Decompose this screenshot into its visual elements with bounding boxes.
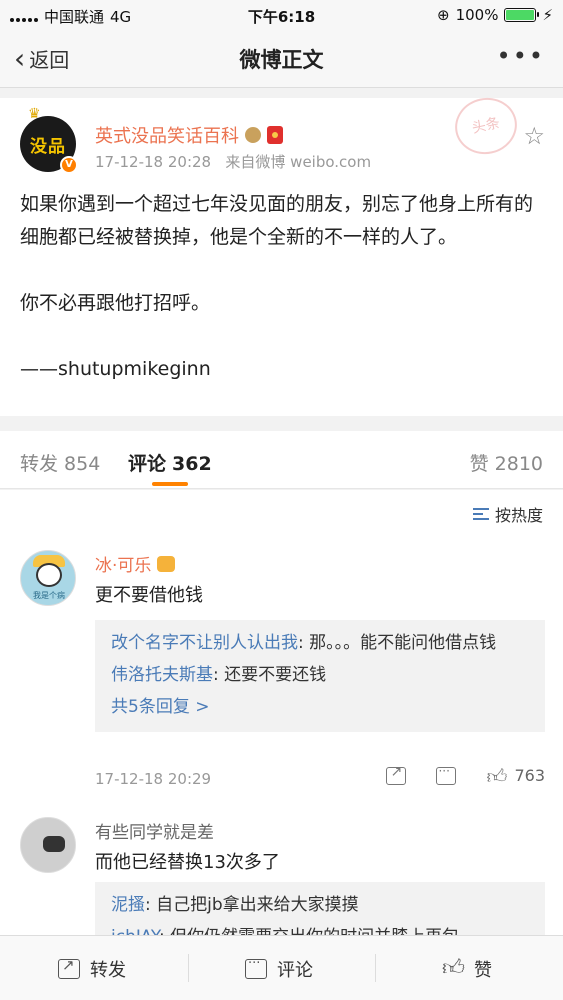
reply-item: jchJAY: 但你仍然需要交出你的时间并膝上再包 [111,922,529,935]
thumbs-up-icon: 👍︎ [486,763,508,788]
member-badge-icon [245,127,261,143]
comment-button[interactable]: 评论 [245,956,313,982]
tab-repost-label: 转发 [20,453,59,475]
toolbar-divider [375,954,376,982]
commenter-name-text: 冰·可乐 [95,556,152,576]
reply-text: : 但你仍然需要交出你的时间并膝上再包 [159,927,459,935]
post-meta: 17-12-18 20:28 来自微博 weibo.com [95,151,371,172]
comment-time: 17-12-18 20:29 [95,770,212,788]
sort-button[interactable]: 按热度 [472,502,543,526]
post-paragraph: 你不必再跟他打招呼。 [20,292,211,314]
reply-text: : 还要不要还钱 [213,665,327,685]
reply-user[interactable]: 改个名字不让别人认出我 [111,633,298,653]
battery-percent: 100% [455,6,499,24]
repost-button[interactable]: 转发 [58,956,126,982]
tab-comment[interactable]: 评论 362 [128,449,212,476]
like-label: 赞 [474,960,492,981]
post-tabs: 转发 854 评论 362 赞 2810 [0,431,563,489]
avatar-logo-text: 没品 [30,136,66,157]
crown-icon: ♛ [28,106,41,122]
battery-fill [506,10,535,20]
bottom-toolbar: 转发 评论 👍︎ 赞 [0,935,563,1000]
commenter-name[interactable]: 冰·可乐 [95,551,176,576]
comment-like-button[interactable]: 👍︎ 763 [486,763,545,788]
post-time: 17-12-18 20:28 [95,153,212,171]
post-author-name: 英式没品笑话百科 [95,126,239,147]
tab-like-label: 赞 [469,453,489,475]
post-body: 如果你遇到一个超过七年没见面的朋友，别忘了他身上所有的细胞都已经被替换掉，他是个… [20,188,545,386]
page-title: 微博正文 [239,48,324,72]
sort-label: 按热度 [494,506,543,525]
reply-user[interactable]: 伟洛托夫斯基 [111,665,213,685]
reply-item: 泥搔: 自己把jb拿出来给大家摸摸 [111,890,529,920]
post-source: 来自微博 weibo.com [225,153,372,171]
repost-icon [58,956,80,979]
active-tab-indicator [152,482,188,486]
avatar-dog [43,836,65,852]
more-replies-link[interactable]: 共5条回复 > [111,692,529,722]
red-packet-icon [267,126,283,144]
tab-like[interactable]: 赞 2810 [470,449,543,476]
tab-repost[interactable]: 转发 854 [20,449,100,476]
share-icon[interactable] [386,764,407,785]
headline-stamp-icon: 头条 [449,92,523,160]
post-card: ♛ 没品 V 英式没品笑话百科 17-12-18 20:28 来自微博 weib… [0,92,563,416]
comment-text: 而他已经替换13次多了 [95,852,280,873]
repost-label: 转发 [90,960,126,981]
tab-comment-count: 362 [172,453,212,475]
tab-like-count: 2810 [494,453,543,475]
reply-text: : 自己把jb拿出来给大家摸摸 [145,895,359,915]
charging-icon: ⚡ [542,6,553,24]
comment-text: 更不要借他钱 [95,585,203,606]
tab-comment-label: 评论 [128,453,167,475]
avatar-face [36,563,62,587]
toolbar-divider [188,954,189,982]
reply-item: 改个名字不让别人认出我: 那。。。能不能问他借点钱 [111,628,529,658]
comment-like-count: 763 [514,766,545,785]
like-button[interactable]: 👍︎ 赞 [442,956,492,982]
favorite-star-icon[interactable]: ☆ [523,122,545,150]
reply-item: 伟洛托夫斯基: 还要不要还钱 [111,660,529,690]
thumbs-up-icon: 👍︎ [442,956,465,981]
post-signature: ——shutupmikeginn [20,358,211,380]
commenter-name[interactable]: 有些同学就是差 [95,818,214,843]
more-button[interactable]: ••• [497,42,545,70]
status-bar: 中国联通 4G 下午6:18 ⊕ 100% ⚡ [0,0,563,30]
status-right: ⊕ 100% ⚡ [437,6,553,24]
reply-text: : 那。。。能不能问他借点钱 [298,633,497,653]
vip-badge-icon [157,555,176,572]
sort-icon [472,508,489,520]
reply-user[interactable]: jchJAY [111,927,159,935]
orientation-lock-icon: ⊕ [436,6,450,24]
reply-box[interactable]: 改个名字不让别人认出我: 那。。。能不能问他借点钱 伟洛托夫斯基: 还要不要还钱… [95,620,545,732]
reply-user[interactable]: 泥搔 [111,895,145,915]
reply-icon[interactable] [436,764,457,785]
comment-icon [245,956,267,979]
tab-repost-count: 854 [64,453,101,475]
comment-footer: 17-12-18 20:29 👍︎ 763 [95,764,545,789]
commenter-avatar[interactable] [20,817,76,873]
comment-actions: 👍︎ 763 [386,763,545,788]
verified-badge-icon: V [60,156,78,174]
comment-list: 按热度 我是个病 冰·可乐 更不要借他钱 改个名字不让别人认出我: 那。。。能不… [0,490,563,935]
commenter-name-text: 有些同学就是差 [95,823,214,843]
nav-bar: ‹ 返回 微博正文 ••• [0,30,563,88]
comment-label: 评论 [277,960,313,981]
post-avatar[interactable]: ♛ 没品 V [20,106,78,174]
avatar-caption: 我是个病 [33,591,65,600]
commenter-avatar[interactable]: 我是个病 [20,550,76,606]
post-author[interactable]: 英式没品笑话百科 [95,122,283,148]
reply-box[interactable]: 泥搔: 自己把jb拿出来给大家摸摸 jchJAY: 但你仍然需要交出你的时间并膝… [95,882,545,935]
battery-icon [504,8,540,22]
post-paragraph: 如果你遇到一个超过七年没见面的朋友，别忘了他身上所有的细胞都已经被替换掉，他是个… [20,193,534,248]
